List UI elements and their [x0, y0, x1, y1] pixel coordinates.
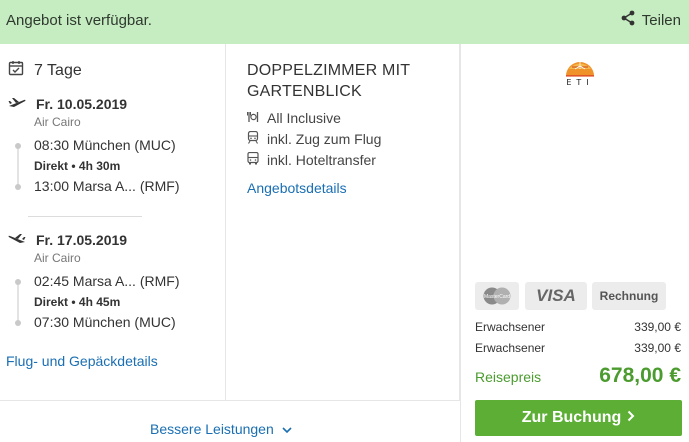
calendar-icon [8, 60, 24, 81]
chevron-down-icon [282, 421, 292, 437]
outbound-direct: Direkt [34, 159, 69, 173]
mastercard-badge: MasterCard [475, 282, 519, 310]
price-column: ETI MasterCard VISA Rechnung Erwachsener… [460, 44, 689, 442]
plane-departure-icon [8, 96, 26, 112]
room-column: DOPPELZIMMER MIT GARTENBLICK All Inclusi… [226, 44, 460, 400]
trip-duration-label: 7 Tage [34, 61, 82, 79]
availability-text: Angebot ist verfügbar. [6, 12, 152, 29]
inbound-airline: Air Cairo [34, 251, 81, 265]
availability-bar: Angebot ist verfügbar. Teilen [0, 0, 689, 44]
total-price: Reisepreis 678,00 € [475, 364, 681, 388]
more-services-bar: Bessere Leistungen [0, 400, 460, 442]
share-label: Teilen [641, 11, 681, 29]
outbound-flight: Fr. 10.05.2019 Air Cairo 08:30 München (… [8, 96, 218, 197]
trip-duration: 7 Tage [8, 60, 82, 81]
outbound-airline: Air Cairo [34, 115, 81, 129]
flight-divider [28, 216, 142, 217]
feature-all-inclusive: All Inclusive [247, 110, 341, 126]
flight-column: 7 Tage Fr. 10.05.2019 Air Cairo 08:30 Mü… [0, 44, 226, 400]
inbound-flight-time: 4h 45m [78, 295, 121, 309]
book-button-label: Zur Buchung [521, 409, 622, 426]
inbound-date: Fr. 17.05.2019 [36, 232, 128, 248]
bus-icon [247, 151, 259, 168]
mastercard-label: MasterCard [484, 294, 510, 300]
offer-details-link[interactable]: Angebotsdetails [247, 180, 347, 196]
invoice-badge: Rechnung [592, 282, 666, 310]
price-row-label: Erwachsener [475, 320, 546, 334]
feature-label: inkl. Zug zum Flug [267, 131, 382, 147]
inbound-departure: 02:45 Marsa A... (RMF) [34, 273, 180, 289]
outbound-departure: 08:30 München (MUC) [34, 137, 176, 153]
visa-badge: VISA [525, 282, 587, 310]
price-row: Erwachsener 339,00 € [475, 320, 681, 334]
feature-train: inkl. Zug zum Flug [247, 130, 382, 147]
outbound-arrival: 13:00 Marsa A... (RMF) [34, 178, 180, 194]
feature-label: inkl. Hoteltransfer [267, 152, 376, 168]
feature-label: All Inclusive [267, 110, 341, 126]
inbound-arrival: 07:30 München (MUC) [34, 314, 176, 330]
total-price-value: 678,00 € [599, 364, 681, 387]
feature-transfer: inkl. Hoteltransfer [247, 151, 376, 168]
inbound-direct: Direkt [34, 295, 69, 309]
price-row: Erwachsener 339,00 € [475, 341, 681, 355]
operator-logo-text: ETI [566, 78, 594, 87]
outbound-flight-time: 4h 30m [78, 159, 121, 173]
inbound-flight: Fr. 17.05.2019 Air Cairo 02:45 Marsa A..… [8, 232, 218, 333]
plane-arrival-icon [8, 232, 26, 248]
room-title: DOPPELZIMMER MIT GARTENBLICK [247, 62, 410, 100]
train-icon [247, 130, 259, 147]
price-row-value: 339,00 € [634, 341, 681, 355]
better-services-label: Bessere Leistungen [150, 421, 274, 437]
share-button[interactable]: Teilen [620, 10, 681, 30]
book-button[interactable]: Zur Buchung [475, 400, 682, 436]
total-price-label: Reisepreis [475, 369, 542, 385]
share-icon [620, 10, 636, 30]
cutlery-icon [247, 110, 259, 126]
operator-logo: ETI [563, 58, 597, 90]
outbound-date: Fr. 10.05.2019 [36, 96, 128, 112]
flight-details-link[interactable]: Flug- und Gepäckdetails [6, 353, 158, 369]
price-row-value: 339,00 € [634, 320, 681, 334]
better-services-toggle[interactable]: Bessere Leistungen [150, 421, 292, 437]
price-row-label: Erwachsener [475, 341, 546, 355]
chevron-right-icon [627, 409, 635, 427]
